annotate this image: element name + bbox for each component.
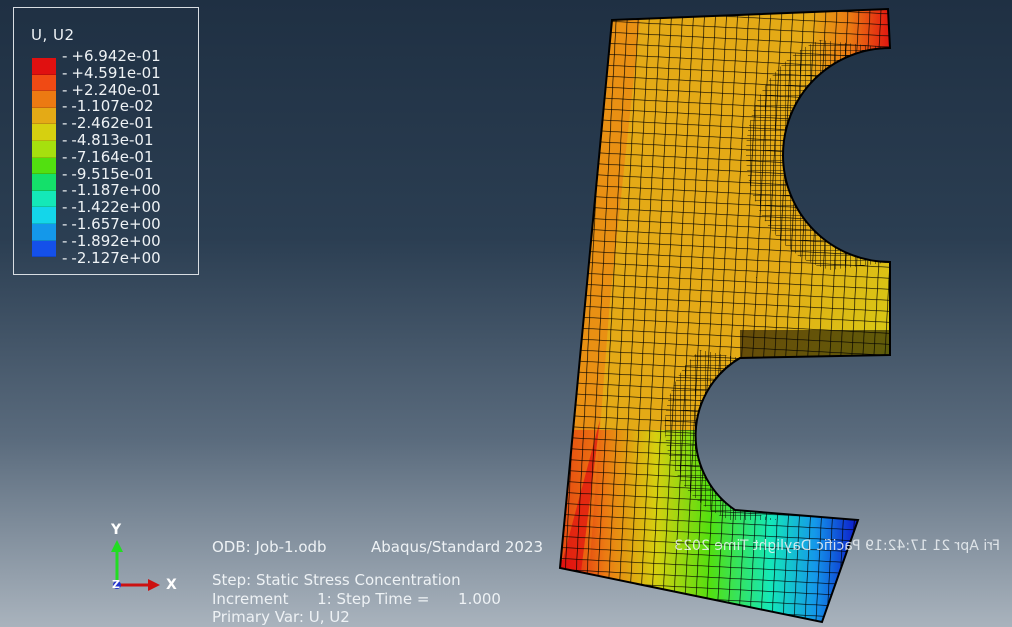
step-label: Step: Static Stress Concentration [212, 571, 461, 589]
contour-legend: U, U2 +6.942e-01 +4.591e-01 +2.240e-01 -… [13, 7, 199, 275]
date-label-mirrored: Fri Apr 21 17:42:19 Pacific Daylight Tim… [674, 538, 1000, 554]
legend-title: U, U2 [31, 26, 75, 44]
legend-value: -1.892e+00 [62, 232, 160, 250]
solver-label: Abaqus/Standard 2023 [371, 538, 544, 556]
legend-swatch [32, 124, 56, 141]
legend-values: +6.942e-01 +4.591e-01 +2.240e-01 -1.107e… [62, 48, 161, 267]
primary-var-label: Primary Var: U, U2 [212, 608, 350, 626]
viewport[interactable]: U, U2 +6.942e-01 +4.591e-01 +2.240e-01 -… [0, 0, 1012, 627]
legend-value: -1.657e+00 [62, 216, 160, 233]
legend-swatch [32, 58, 56, 75]
odb-label: ODB: Job-1.odb [212, 538, 327, 556]
legend-swatch [32, 207, 56, 224]
legend-value: -2.127e+00 [62, 249, 160, 267]
legend-value: -1.107e-02 [62, 98, 161, 115]
legend-swatch [32, 190, 56, 208]
legend-value: -1.422e+00 [62, 199, 160, 216]
legend-value: -2.462e-01 [62, 115, 161, 132]
legend-swatch [32, 140, 56, 158]
triad-y-label: Y [111, 522, 122, 538]
axis-triad: Y X Z [100, 520, 190, 610]
increment-label: Increment 1: Step Time = 1.000 [212, 590, 501, 608]
legend-swatch [32, 223, 56, 241]
legend-value: -1.187e+00 [62, 182, 160, 199]
legend-value: -7.164e-01 [62, 148, 161, 166]
legend-value: +4.591e-01 [62, 64, 160, 82]
triad-x-label: X [166, 577, 177, 593]
legend-value: -4.813e-01 [62, 132, 161, 149]
legend-value: -9.515e-01 [62, 165, 161, 183]
legend-swatches [32, 58, 56, 258]
legend-value: +6.942e-01 [62, 48, 160, 65]
legend-swatch [32, 74, 56, 92]
legend-swatch [32, 157, 56, 175]
legend-swatch [32, 107, 56, 125]
legend-swatch [32, 174, 56, 191]
legend-value: +2.240e-01 [62, 81, 160, 99]
triad-z-label: Z [112, 578, 120, 591]
legend-swatch [32, 91, 56, 108]
legend-swatch [32, 240, 56, 258]
